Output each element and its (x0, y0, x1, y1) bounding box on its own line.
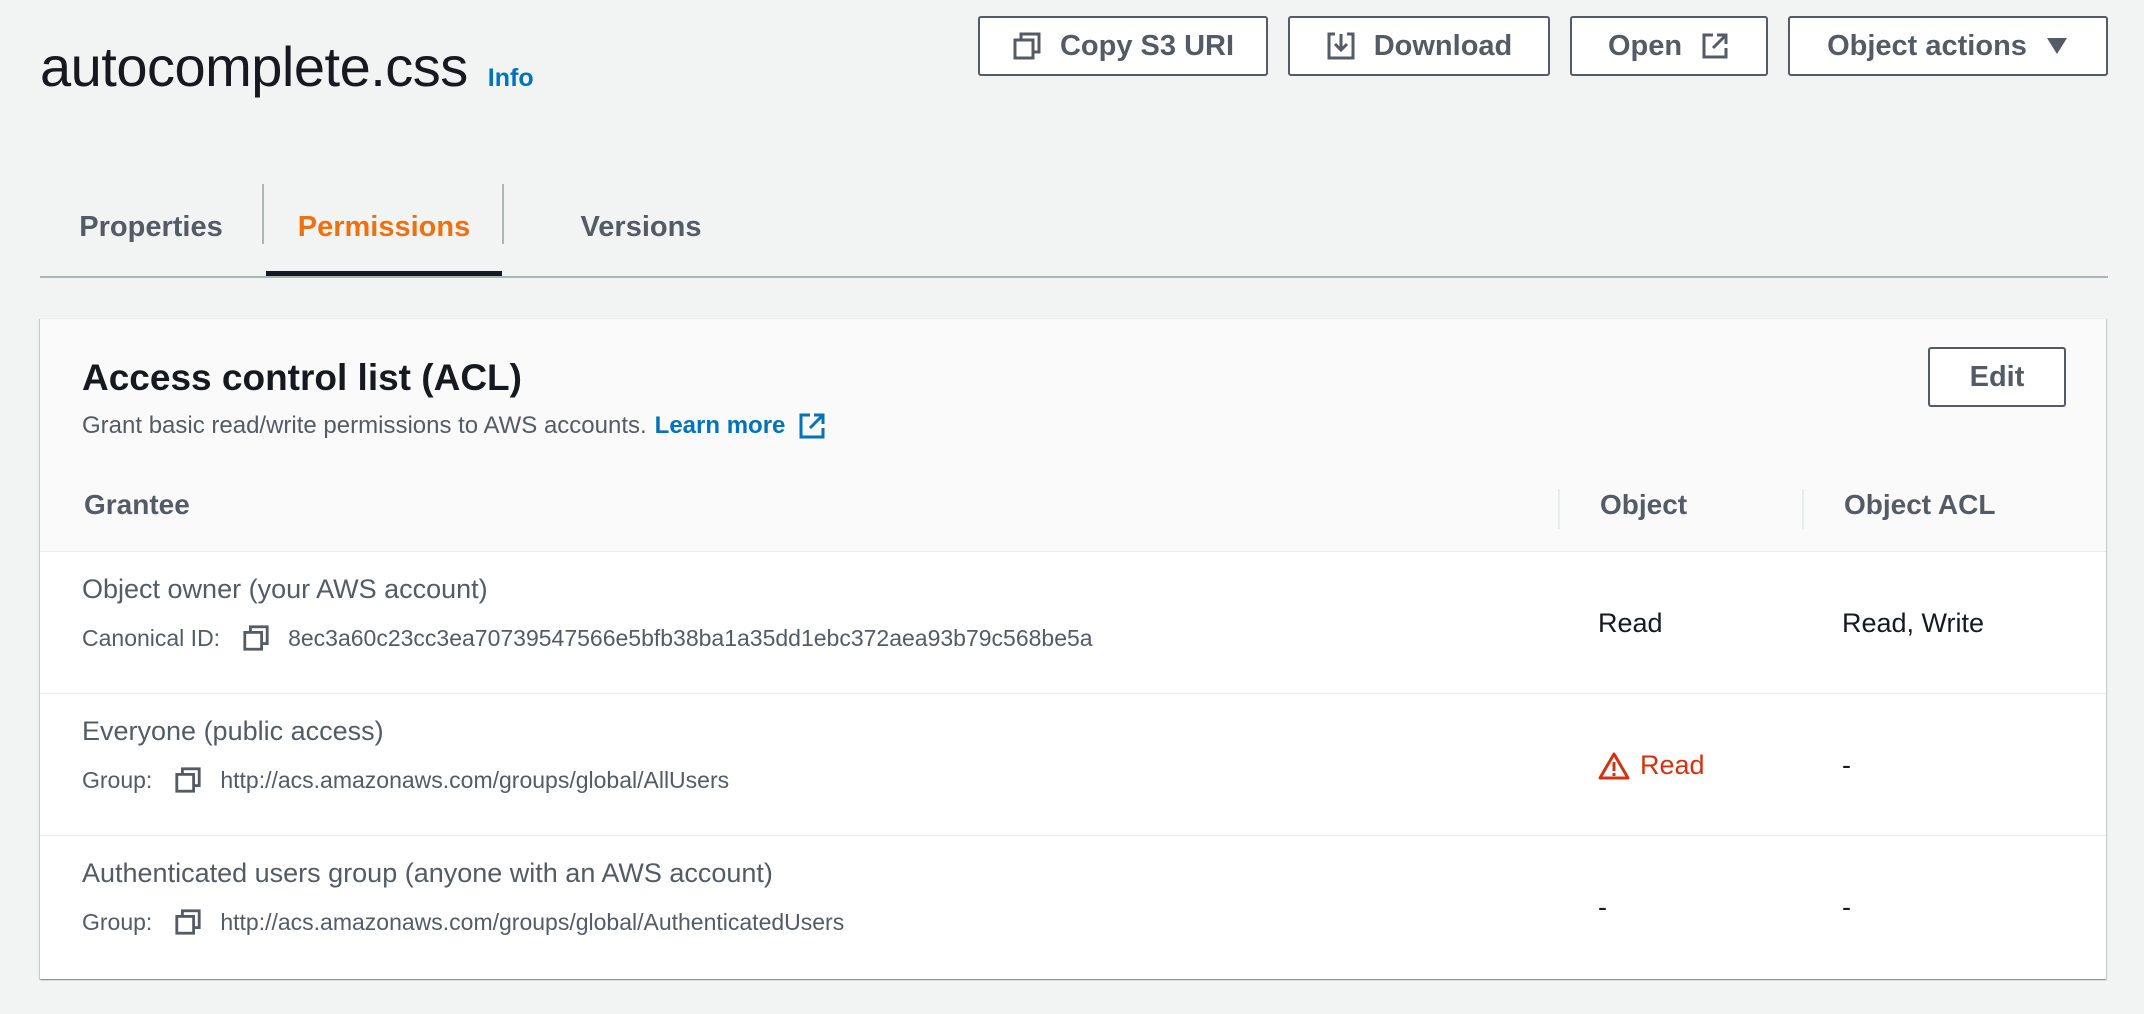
grantee-id: Group: http://acs.amazonaws.com/groups/g… (82, 908, 844, 936)
copy-icon[interactable] (242, 624, 270, 652)
open-label: Open (1607, 29, 1683, 62)
object-permission-label: Read (1640, 750, 1705, 780)
grantee-id-value: http://acs.amazonaws.com/groups/global/A… (220, 766, 730, 793)
grantee-id-label: Canonical ID: (82, 624, 221, 651)
column-header-grantee: Grantee (84, 489, 190, 520)
warning-icon (1598, 752, 1630, 779)
copy-s3-uri-button[interactable]: Copy S3 URI (978, 16, 1268, 76)
learn-more-link[interactable]: Learn more (655, 412, 786, 440)
grantee-name: Authenticated users group (anyone with a… (82, 858, 773, 888)
grantee-id-label: Group: (82, 766, 153, 793)
external-link-icon[interactable] (797, 411, 827, 441)
column-divider (1558, 489, 1560, 529)
download-icon (1327, 32, 1355, 60)
column-header-object: Object (1600, 489, 1688, 520)
copy-icon (1013, 32, 1041, 60)
tab-divider (502, 184, 504, 244)
acl-description-text: Grant basic read/write permissions to AW… (82, 412, 647, 439)
download-label: Download (1373, 29, 1513, 62)
table-row: Object owner (your AWS account) Canonica… (40, 552, 2106, 694)
table-row: Authenticated users group (anyone with a… (40, 836, 2106, 977)
grantee-id-value: http://acs.amazonaws.com/groups/global/A… (220, 908, 845, 935)
object-actions-label: Object actions (1827, 29, 2027, 62)
acl-title: Access control list (ACL) (82, 357, 522, 398)
page-title: autocomplete.css (40, 35, 468, 98)
object-header: autocomplete.css Info Copy S3 URI Downlo… (40, 0, 2108, 140)
table-row: Everyone (public access) Group: http://a… (40, 694, 2106, 836)
column-header-object-acl: Object ACL (1844, 489, 1996, 520)
grantee-name: Object owner (your AWS account) (82, 574, 488, 604)
open-button[interactable]: Open (1570, 16, 1768, 76)
grantee-id-value: 8ec3a60c23cc3ea70739547566e5bfb38ba1a35d… (288, 624, 1093, 651)
tab-versions[interactable]: Versions (506, 180, 776, 274)
title-group: autocomplete.css Info (40, 34, 534, 99)
object-actions-button[interactable]: Object actions (1788, 16, 2108, 76)
grantee-id: Canonical ID: 8ec3a60c23cc3ea70739547566… (82, 624, 1093, 652)
acl-panel: Access control list (ACL) Grant basic re… (40, 318, 2106, 979)
object-acl-permission: Read, Write (1842, 608, 1985, 638)
grantee-name: Everyone (public access) (82, 716, 384, 746)
grantee-id-label: Group: (82, 908, 153, 935)
tab-bar: Properties Permissions Versions (40, 180, 2108, 278)
info-link[interactable]: Info (488, 64, 534, 93)
object-acl-permission: - (1842, 750, 1851, 780)
acl-description: Grant basic read/write permissions to AW… (82, 411, 827, 441)
edit-button[interactable]: Edit (1928, 347, 2066, 407)
header-actions: Copy S3 URI Download Open Object actions (978, 16, 2108, 76)
object-permission: - (1598, 892, 1607, 922)
object-permission: Read (1598, 750, 1705, 781)
copy-icon[interactable] (174, 908, 202, 936)
caret-down-icon (2046, 38, 2067, 54)
external-link-icon (1702, 33, 1728, 59)
tab-permissions[interactable]: Permissions (266, 180, 502, 276)
column-divider (1802, 489, 1804, 529)
object-permission: Read (1598, 608, 1663, 638)
tab-properties[interactable]: Properties (40, 180, 262, 274)
copy-s3-uri-label: Copy S3 URI (1059, 29, 1235, 62)
acl-panel-header: Access control list (ACL) Grant basic re… (40, 319, 2106, 552)
grantee-id: Group: http://acs.amazonaws.com/groups/g… (82, 766, 729, 794)
copy-icon[interactable] (174, 766, 202, 794)
download-button[interactable]: Download (1288, 16, 1550, 76)
tab-divider (262, 184, 264, 244)
object-acl-permission: - (1842, 892, 1851, 922)
